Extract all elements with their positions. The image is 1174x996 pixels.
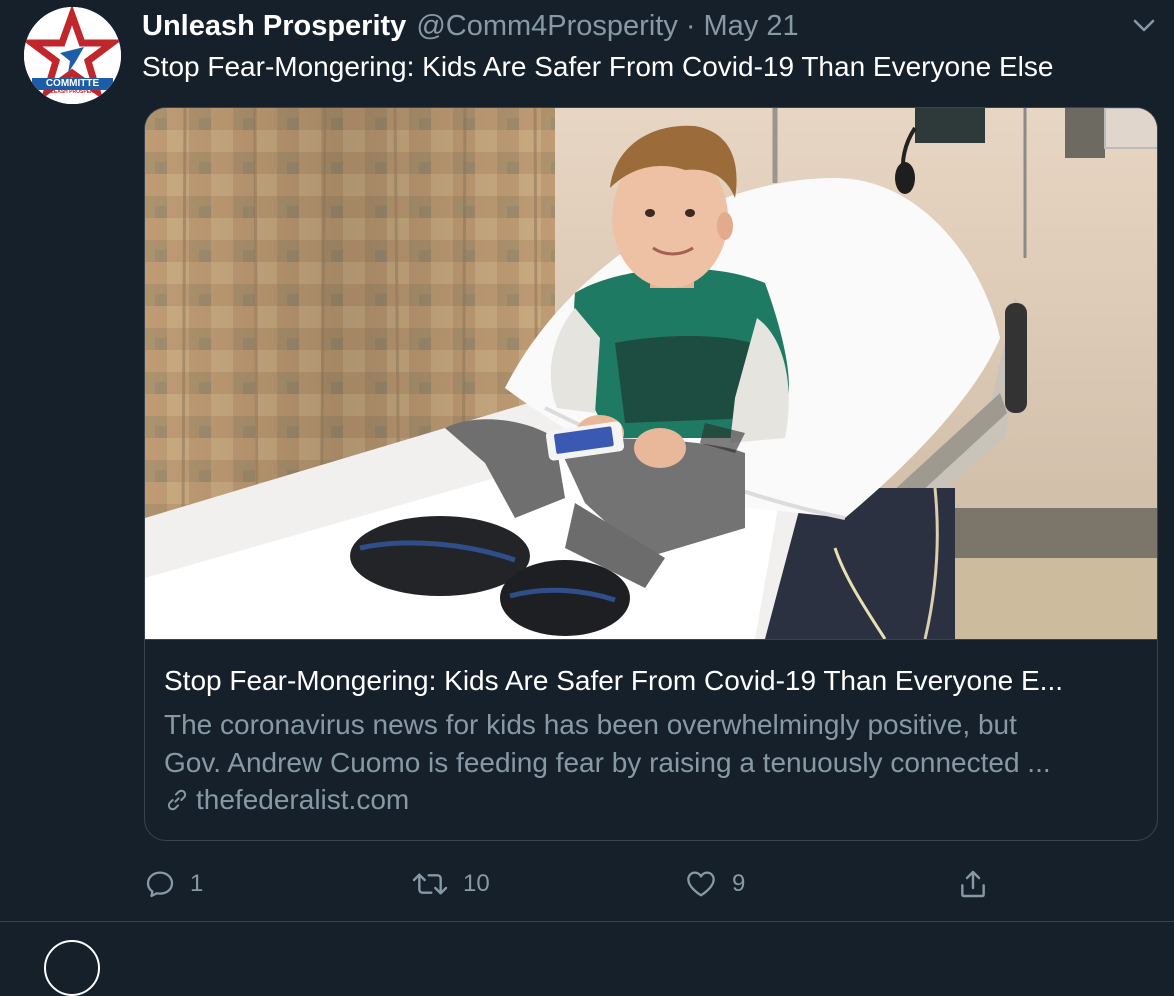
- heart-icon: [687, 871, 715, 897]
- tweet[interactable]: COMMITTE UNLEASH PROSPERITY Unleash Pros…: [0, 0, 1174, 922]
- card-photo-hospital-child: [145, 108, 1157, 639]
- separator-dot: ·: [685, 9, 696, 42]
- author-handle[interactable]: @Comm4Prosperity: [416, 10, 678, 43]
- share-icon: [961, 870, 985, 898]
- retweet-icon: [412, 873, 448, 895]
- tweet-actions: 1 10 9: [0, 864, 1174, 904]
- tweet-date[interactable]: May 21: [704, 10, 799, 43]
- card-title: Stop Fear-Mongering: Kids Are Safer From…: [164, 665, 1064, 696]
- tweet-divider: [0, 921, 1174, 922]
- like-button[interactable]: 9: [684, 864, 745, 904]
- tweet-text: Stop Fear-Mongering: Kids Are Safer From…: [142, 51, 1054, 82]
- avatar-logo-text: COMMITTE: [45, 78, 100, 89]
- card-domain-text: thefederalist.com: [196, 784, 410, 815]
- avatar-logo-subtext: UNLEASH PROSPERITY: [43, 89, 102, 95]
- next-tweet-avatar[interactable]: [44, 940, 100, 996]
- card-description-line-1: The coronavirus news for kids has been o…: [164, 709, 1017, 740]
- link-card[interactable]: Stop Fear-Mongering: Kids Are Safer From…: [144, 107, 1158, 841]
- share-button[interactable]: [957, 864, 1003, 904]
- card-description-line-2: Gov. Andrew Cuomo is feeding fear by rai…: [164, 747, 1051, 778]
- chevron-down-icon[interactable]: [1130, 14, 1158, 38]
- reply-count: 1: [190, 870, 204, 897]
- card-description: The coronavirus news for kids has been o…: [164, 706, 1144, 782]
- reply-button[interactable]: 1: [144, 864, 203, 904]
- retweet-count: 10: [463, 870, 490, 897]
- avatar[interactable]: COMMITTE UNLEASH PROSPERITY: [24, 7, 121, 104]
- card-image[interactable]: [145, 108, 1157, 640]
- like-count: 9: [732, 870, 746, 897]
- tweet-header: Unleash Prosperity @Comm4Prosperity · Ma…: [142, 8, 799, 44]
- card-domain: thefederalist.com: [164, 784, 409, 816]
- retweet-button[interactable]: 10: [411, 864, 490, 904]
- author-name[interactable]: Unleash Prosperity: [142, 10, 406, 43]
- reply-icon: [146, 871, 174, 898]
- link-icon: [167, 789, 187, 811]
